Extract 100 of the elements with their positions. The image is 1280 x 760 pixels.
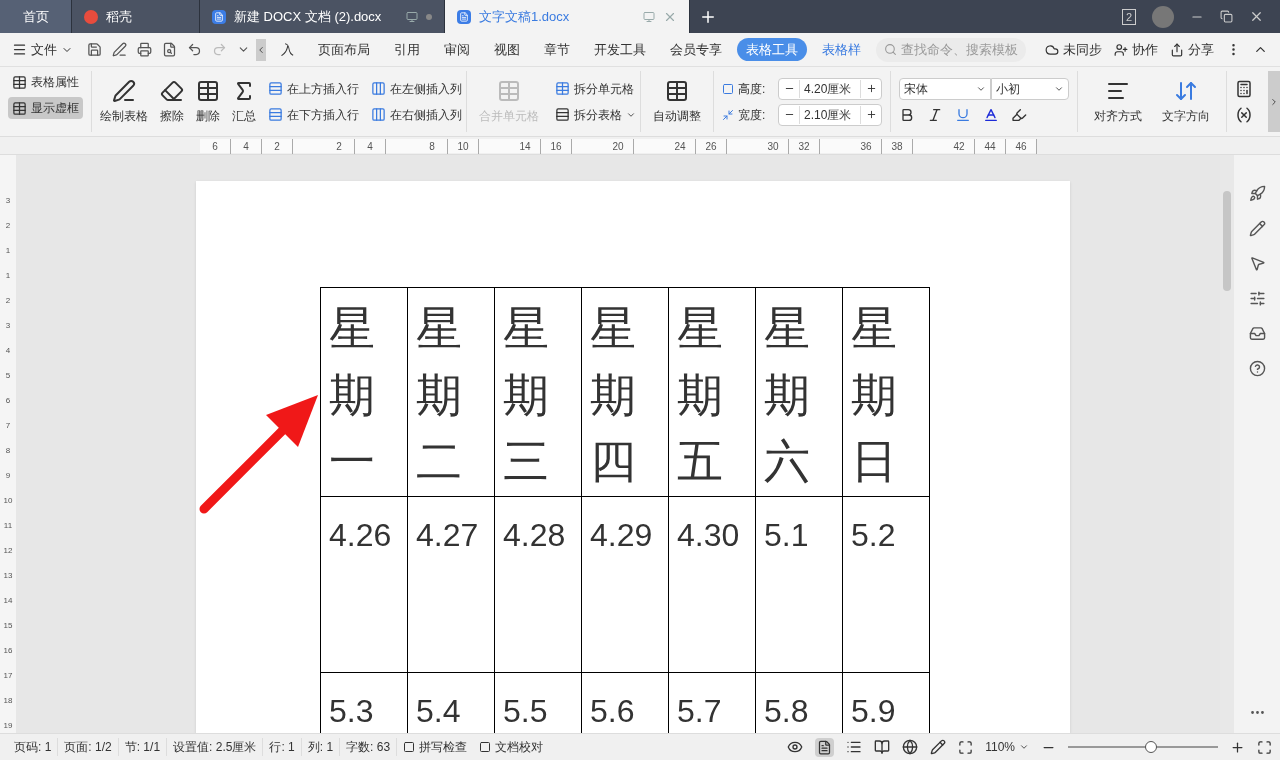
- ribbon-button[interactable]: 删除: [196, 78, 220, 125]
- pen-icon[interactable]: [930, 739, 947, 755]
- status-button[interactable]: 拼写检查: [397, 738, 474, 756]
- italic-icon[interactable]: [927, 106, 943, 123]
- ribbon-tab[interactable]: 视图: [485, 37, 529, 62]
- formula-icon[interactable]: [1235, 105, 1253, 124]
- help-icon[interactable]: [1248, 360, 1266, 377]
- table-icon: [665, 78, 689, 103]
- ribbon-tab[interactable]: 入: [272, 37, 303, 62]
- status-item: 字数: 63: [340, 738, 398, 756]
- size-spinner[interactable]: 2.10厘米: [778, 103, 882, 126]
- fullscreen-icon[interactable]: [1257, 739, 1272, 755]
- file-menu[interactable]: 文件: [12, 39, 73, 60]
- font-color-icon[interactable]: [983, 106, 999, 123]
- restore-icon[interactable]: [1220, 10, 1233, 23]
- toolbar-action[interactable]: 分享: [1170, 39, 1214, 60]
- zoom-in-icon[interactable]: [1230, 739, 1245, 755]
- cursor-icon[interactable]: [1248, 255, 1266, 272]
- table-cell: 4.30: [668, 496, 756, 673]
- table-cell: 4.26: [320, 496, 408, 673]
- split-table-button[interactable]: 拆分表格: [555, 103, 636, 126]
- table-properties-button[interactable]: 表格属性: [8, 71, 83, 93]
- document-icon: [212, 9, 226, 24]
- search-icon: [884, 43, 897, 56]
- table-cell: 星期四: [581, 287, 669, 497]
- rocket-icon[interactable]: [1248, 185, 1266, 202]
- document-tab[interactable]: 稻壳: [72, 0, 200, 33]
- font-dropdown[interactable]: 宋体: [899, 77, 991, 100]
- size-label: 高度:: [738, 80, 767, 98]
- table-cell: 4.28: [494, 496, 582, 673]
- status-item: 设置值: 2.5厘米: [167, 738, 264, 756]
- status-item: 页面: 1/2: [58, 738, 119, 756]
- document-tab[interactable]: 新建 DOCX 文档 (2).docx: [200, 0, 445, 33]
- sliders-icon[interactable]: [1248, 290, 1266, 307]
- close-icon[interactable]: [1249, 9, 1264, 24]
- ribbon-tab[interactable]: 会员专享: [661, 37, 731, 62]
- ribbon-button[interactable]: 绘制表格: [100, 78, 148, 125]
- zoom-dropdown[interactable]: 110%: [985, 738, 1029, 756]
- underline-icon[interactable]: [955, 106, 971, 123]
- document-tab[interactable]: 首页: [0, 0, 72, 33]
- print-preview-icon[interactable]: [162, 42, 177, 57]
- size-spinner[interactable]: 4.20厘米: [778, 77, 882, 100]
- text-direction-button[interactable]: 文字方向: [1162, 78, 1210, 125]
- status-button[interactable]: 文档校对: [473, 738, 550, 756]
- autofit-button[interactable]: 自动调整: [653, 78, 701, 125]
- toolbar-action[interactable]: 未同步: [1045, 39, 1102, 60]
- status-item: 列: 1: [301, 738, 341, 756]
- window-count-badge[interactable]: 2: [1121, 8, 1136, 25]
- tray-icon[interactable]: [1248, 325, 1266, 342]
- monitor-icon: [406, 10, 418, 23]
- height-icon: [722, 82, 734, 95]
- table-cell: 星期二: [407, 287, 495, 497]
- ribbon-tab[interactable]: 章节: [535, 37, 579, 62]
- ribbon-tab[interactable]: 表格样: [813, 37, 870, 62]
- show-gridlines-button[interactable]: 显示虚框: [8, 97, 83, 119]
- insert-button[interactable]: 在右侧插入列: [371, 103, 462, 126]
- ribbon-tab[interactable]: 页面布局: [309, 37, 379, 62]
- table-icon: [497, 78, 521, 103]
- insert-button[interactable]: 在上方插入行: [268, 77, 359, 100]
- caret-icon: [1019, 742, 1029, 752]
- scroll-left-icon[interactable]: [256, 38, 266, 61]
- table-icon: [12, 100, 27, 116]
- table-cell: 星期五: [668, 287, 756, 497]
- vertical-ruler: 3 2 1 1 2 3 4 5 6 7 8 9 10 11 12 13 14 15 16 17 18 19: [0, 155, 16, 733]
- eye-icon[interactable]: [787, 739, 804, 755]
- ribbon-tab[interactable]: 引用: [385, 37, 429, 62]
- status-item: 行: 1: [263, 738, 302, 756]
- table-cell: 4.29: [581, 496, 669, 673]
- add-user-icon: [1114, 42, 1128, 57]
- ribbon-tab[interactable]: 开发工具: [585, 37, 655, 62]
- font-size-dropdown[interactable]: 小初: [991, 77, 1069, 100]
- print-icon[interactable]: [137, 42, 152, 57]
- ribbon-button[interactable]: 擦除: [160, 78, 184, 125]
- align-button[interactable]: 对齐方式: [1094, 78, 1142, 125]
- table-cell: 5.1: [755, 496, 843, 673]
- outline-view-icon[interactable]: [846, 739, 863, 755]
- table-icon: [196, 78, 220, 103]
- table-icon: [12, 74, 27, 90]
- split-cells-button[interactable]: 拆分单元格: [555, 77, 636, 100]
- web-view-icon[interactable]: [902, 739, 919, 755]
- document-tab[interactable]: 文字文稿1.docx: [445, 0, 690, 33]
- page-view-icon[interactable]: [815, 737, 835, 757]
- save-icon[interactable]: [87, 42, 102, 57]
- ribbon-button[interactable]: 汇总: [232, 78, 256, 125]
- insert-button[interactable]: 在左侧插入列: [371, 77, 462, 100]
- format-painter-icon[interactable]: [112, 42, 127, 57]
- scrollbar[interactable]: [1220, 155, 1234, 733]
- eraser-icon: [160, 78, 184, 103]
- bold-icon[interactable]: [899, 106, 915, 123]
- toolbar-action[interactable]: 协作: [1114, 39, 1158, 60]
- ribbon-tab[interactable]: 审阅: [435, 37, 479, 62]
- share-icon: [1170, 42, 1184, 57]
- pen-icon[interactable]: [1248, 220, 1266, 237]
- fit-page-icon[interactable]: [958, 739, 974, 755]
- insert-button[interactable]: 在下方插入行: [268, 103, 359, 126]
- zoom-slider[interactable]: [1068, 741, 1218, 753]
- undo-icon[interactable]: [187, 42, 202, 57]
- calculator-icon[interactable]: [1235, 79, 1253, 98]
- highlighter-icon[interactable]: [1011, 106, 1027, 123]
- reading-view-icon[interactable]: [874, 739, 891, 755]
